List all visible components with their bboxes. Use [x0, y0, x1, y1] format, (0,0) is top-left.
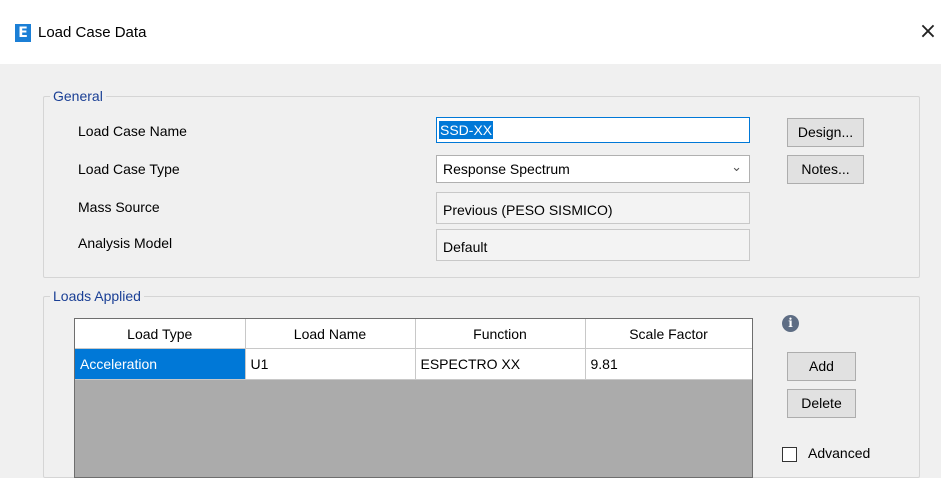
window-title: Load Case Data	[38, 24, 147, 41]
load-case-type-value: Response Spectrum	[443, 161, 570, 177]
column-header-function[interactable]: Function	[415, 319, 586, 349]
analysis-model-value: Default	[443, 239, 488, 255]
load-case-type-label: Load Case Type	[78, 161, 180, 177]
close-icon[interactable]: ×	[918, 20, 938, 44]
loads-applied-table[interactable]: Load Type Load Name Function Scale Facto…	[74, 318, 753, 478]
analysis-model-label: Analysis Model	[78, 235, 173, 251]
column-header-scale-factor[interactable]: Scale Factor	[585, 319, 752, 349]
load-case-name-input[interactable]: SSD-XX	[436, 117, 750, 143]
design-button[interactable]: Design...	[787, 118, 864, 147]
table-row[interactable]: Acceleration U1 ESPECTRO XX 9.81	[75, 348, 752, 380]
column-header-load-name[interactable]: Load Name	[245, 319, 416, 349]
cell-load-name[interactable]: U1	[245, 348, 416, 380]
etabs-logo-icon: E	[15, 24, 31, 42]
general-legend: General	[50, 88, 106, 104]
mass-source-label: Mass Source	[78, 199, 160, 215]
info-icon[interactable]: i	[782, 315, 799, 332]
chevron-down-icon: ⌄	[731, 160, 742, 175]
add-button[interactable]: Add	[787, 352, 856, 381]
delete-button[interactable]: Delete	[787, 389, 856, 418]
advanced-label[interactable]: Advanced	[808, 445, 870, 461]
load-case-type-select[interactable]: Response Spectrum ⌄	[436, 155, 750, 183]
cell-load-type[interactable]: Acceleration	[75, 348, 246, 380]
loads-applied-legend: Loads Applied	[50, 288, 144, 304]
advanced-checkbox[interactable]	[782, 447, 797, 462]
mass-source-value: Previous (PESO SISMICO)	[443, 202, 613, 218]
cell-function[interactable]: ESPECTRO XX	[415, 348, 586, 380]
cell-scale-factor[interactable]: 9.81	[585, 348, 752, 380]
table-header-row: Load Type Load Name Function Scale Facto…	[75, 319, 752, 349]
mass-source-field: Previous (PESO SISMICO)	[436, 192, 750, 224]
notes-button[interactable]: Notes...	[787, 155, 864, 184]
title-bar: E Load Case Data ×	[0, 0, 941, 64]
analysis-model-field: Default	[436, 229, 750, 261]
column-header-load-type[interactable]: Load Type	[75, 319, 246, 349]
load-case-name-value: SSD-XX	[439, 121, 494, 139]
load-case-name-label: Load Case Name	[78, 123, 187, 139]
